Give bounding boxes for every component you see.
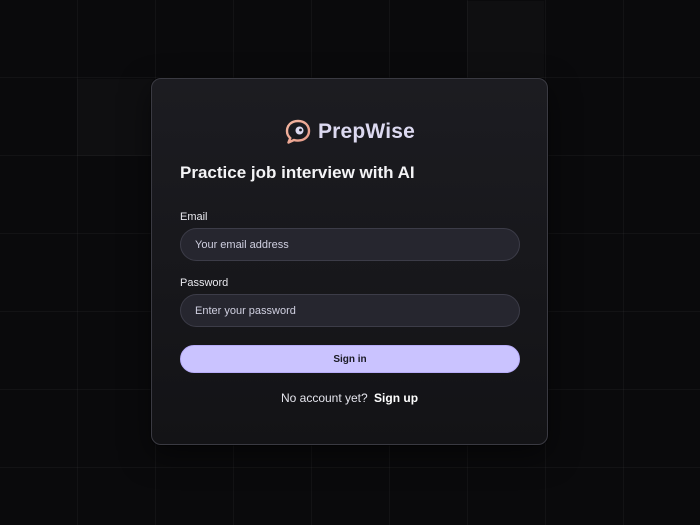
sign-up-prompt: No account yet? Sign up bbox=[152, 391, 547, 405]
sign-up-link[interactable]: Sign up bbox=[374, 391, 418, 405]
background-tile bbox=[77, 79, 154, 156]
brand-name: PrepWise bbox=[317, 120, 416, 143]
email-label: Email bbox=[180, 211, 208, 223]
brand-logo: PrepWise bbox=[152, 119, 547, 145]
sign-in-card: PrepWise Practice job interview with AI … bbox=[151, 78, 548, 445]
password-label: Password bbox=[180, 277, 229, 289]
background-tile bbox=[467, 1, 544, 78]
no-account-text: No account yet? bbox=[280, 391, 368, 405]
page-title: Practice job interview with AI bbox=[180, 163, 415, 182]
sign-in-button[interactable]: Sign in bbox=[180, 345, 520, 373]
password-field[interactable] bbox=[180, 294, 520, 327]
email-field[interactable] bbox=[180, 228, 520, 261]
chat-bubble-icon bbox=[284, 119, 312, 145]
